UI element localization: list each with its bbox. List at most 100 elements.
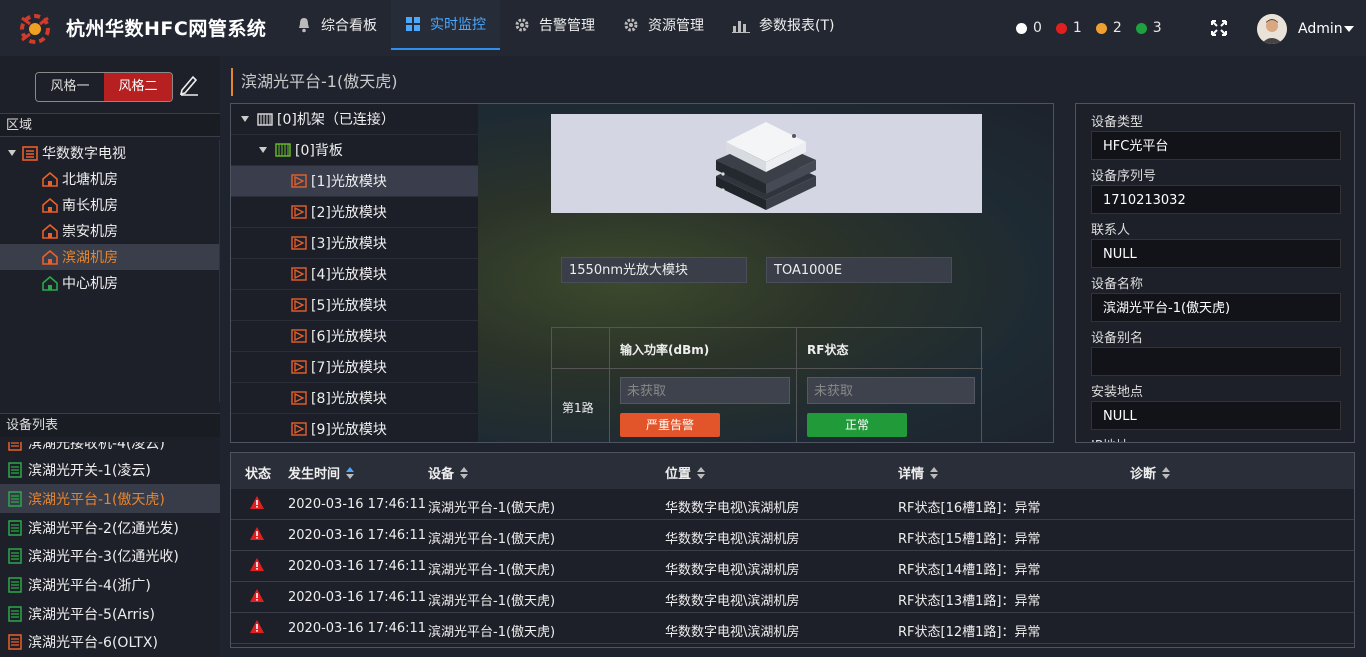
- device-icon: [8, 461, 22, 478]
- module-node[interactable]: [3]光放模块: [231, 228, 478, 259]
- install-location-field[interactable]: NULL: [1091, 401, 1341, 430]
- caret-down-icon[interactable]: [8, 150, 16, 156]
- install-location-label: 安装地点: [1091, 385, 1144, 400]
- nav-label: 告警管理: [539, 18, 595, 34]
- module-node[interactable]: [8]光放模块: [231, 383, 478, 414]
- col-position[interactable]: 位置: [665, 463, 706, 482]
- table-row[interactable]: 2020-03-16 17:46:11 滨湖光平台-1(傲天虎) 华数数字电视\…: [231, 520, 1354, 551]
- style-one-button[interactable]: 风格一: [36, 73, 104, 101]
- style-two-button[interactable]: 风格二: [104, 73, 172, 101]
- logo-icon: [20, 14, 50, 44]
- device-serial-field[interactable]: 1710213032: [1091, 185, 1341, 214]
- alarm-detail: RF状态[16槽1路]：异常: [898, 501, 1041, 516]
- status-count-orange[interactable]: 2: [1095, 20, 1122, 36]
- device-item[interactable]: 滨湖光平台-5(Arris): [0, 599, 220, 628]
- device-label: 滨湖光平台-1(傲天虎): [28, 491, 165, 508]
- caret-down-icon[interactable]: [241, 116, 249, 122]
- table-row[interactable]: 2020-03-16 17:46:11 滨湖光平台-1(傲天虎) 华数数字电视\…: [231, 613, 1354, 644]
- sort-icon[interactable]: [460, 466, 469, 479]
- avatar[interactable]: [1257, 14, 1287, 44]
- user-avatar-icon: [1257, 14, 1287, 44]
- region-root[interactable]: 华数数字电视: [8, 140, 126, 166]
- region-room-binhu[interactable]: 滨湖机房: [0, 244, 219, 270]
- col-device[interactable]: 设备: [428, 463, 469, 482]
- device-detail-panel: [0]机架（已连接） [0]背板 [1]光放模块 [2]光放模块 [3]光放模块…: [230, 103, 1054, 443]
- device-icon: [8, 633, 22, 650]
- caret-down-icon[interactable]: [259, 147, 267, 153]
- col-diagnosis-label: 诊断: [1130, 467, 1157, 482]
- device-item[interactable]: 滨湖光平台-2(亿通光发): [0, 513, 220, 542]
- alarm-device: 滨湖光平台-1(傲天虎): [428, 563, 556, 578]
- fullscreen-icon[interactable]: [1210, 19, 1228, 37]
- alarm-detail: RF状态[14槽1路]：异常: [898, 563, 1041, 578]
- normal-status-button[interactable]: 正常: [807, 413, 907, 437]
- sort-icon[interactable]: [346, 466, 355, 479]
- alarm-time: 2020-03-16 17:46:11: [288, 559, 427, 574]
- bar-chart-icon: [732, 21, 750, 33]
- device-item[interactable]: 滨湖光平台-3(亿通光收): [0, 541, 220, 570]
- device-label: 滨湖光平台-2(亿通光发): [28, 520, 179, 537]
- count-value: 3: [1152, 20, 1162, 36]
- col-detail[interactable]: 详情: [898, 463, 939, 482]
- gear-icon: [624, 18, 638, 32]
- device-type-field[interactable]: HFC光平台: [1091, 131, 1341, 160]
- col-diagnosis[interactable]: 诊断: [1130, 463, 1171, 482]
- orange-dot-icon: [1095, 22, 1107, 34]
- module-node[interactable]: [5]光放模块: [231, 290, 478, 321]
- table-row[interactable]: 2020-03-16 17:46:11 滨湖光平台-1(傲天虎) 华数数字电视\…: [231, 582, 1354, 613]
- device-item[interactable]: 滨湖光平台-6(OLTX): [0, 627, 220, 652]
- alarm-detail: RF状态[12槽1路]：异常: [898, 625, 1041, 640]
- contact-field[interactable]: NULL: [1091, 239, 1341, 268]
- nav-alarm-management[interactable]: 告警管理: [500, 0, 609, 50]
- table-row[interactable]: 2020-03-16 17:46:11 滨湖光平台-1(傲天虎) 华数数字电视\…: [231, 489, 1354, 520]
- rf-status-field[interactable]: 未获取: [807, 377, 975, 404]
- sort-icon[interactable]: [1162, 466, 1171, 479]
- user-name[interactable]: Admin: [1298, 21, 1343, 37]
- nav-realtime-monitor[interactable]: 实时监控: [391, 0, 500, 50]
- sort-icon[interactable]: [697, 466, 706, 479]
- device-item-selected[interactable]: 滨湖光平台-1(傲天虎): [0, 484, 220, 513]
- device-alias-field[interactable]: [1091, 347, 1341, 376]
- alarm-device: 滨湖光平台-1(傲天虎): [428, 532, 556, 547]
- nav-parameter-report[interactable]: 参数报表(T): [718, 0, 848, 50]
- house-icon: [42, 223, 58, 239]
- module-node-selected[interactable]: [1]光放模块: [231, 166, 478, 197]
- room-label: 滨湖机房: [62, 250, 118, 266]
- module-node[interactable]: [2]光放模块: [231, 197, 478, 228]
- grid-icon: [406, 17, 420, 31]
- device-item[interactable]: 滨湖光开关-1(凌云): [0, 455, 220, 484]
- backplane-node[interactable]: [0]背板: [231, 135, 478, 166]
- module-label: [3]光放模块: [311, 236, 387, 252]
- alarm-device: 滨湖光平台-1(傲天虎): [428, 625, 556, 640]
- region-root-label: 华数数字电视: [42, 146, 126, 162]
- region-room-nanchang[interactable]: 南长机房: [42, 192, 118, 218]
- region-room-chongan[interactable]: 崇安机房: [42, 218, 118, 244]
- chassis-node[interactable]: [0]机架（已连接）: [231, 104, 478, 135]
- col-time-label: 发生时间: [288, 467, 341, 482]
- module-node[interactable]: [9]光放模块: [231, 414, 478, 442]
- status-count-white[interactable]: 0: [1016, 20, 1042, 36]
- device-name-field[interactable]: 滨湖光平台-1(傲天虎): [1091, 293, 1341, 322]
- module-label: [8]光放模块: [311, 391, 387, 407]
- table-row[interactable]: 2020-03-16 17:46:11 滨湖光平台-1(傲天虎) 华数数字电视\…: [231, 551, 1354, 582]
- region-room-beitang[interactable]: 北塘机房: [42, 166, 118, 192]
- nav-resource-management[interactable]: 资源管理: [609, 0, 718, 50]
- region-room-center[interactable]: 中心机房: [42, 270, 118, 296]
- col-time[interactable]: 发生时间: [288, 463, 355, 482]
- amplifier-module-icon: [291, 205, 307, 219]
- sort-icon[interactable]: [930, 466, 939, 479]
- edit-icon[interactable]: [178, 74, 200, 96]
- chevron-down-icon[interactable]: [1344, 26, 1354, 32]
- device-icon: [8, 605, 22, 622]
- module-node[interactable]: [6]光放模块: [231, 321, 478, 352]
- status-count-green[interactable]: 3: [1135, 20, 1162, 36]
- critical-alarm-button[interactable]: 严重告警: [620, 413, 720, 437]
- module-type-field: 1550nm光放大模块: [561, 257, 747, 283]
- module-node[interactable]: [4]光放模块: [231, 259, 478, 290]
- module-node[interactable]: [7]光放模块: [231, 352, 478, 383]
- device-item[interactable]: 滨湖光平台-4(浙广): [0, 570, 220, 599]
- input-power-field[interactable]: 未获取: [620, 377, 790, 404]
- status-count-red[interactable]: 1: [1055, 20, 1082, 36]
- white-dot-icon: [1016, 22, 1027, 34]
- nav-dashboard[interactable]: 综合看板: [282, 0, 391, 50]
